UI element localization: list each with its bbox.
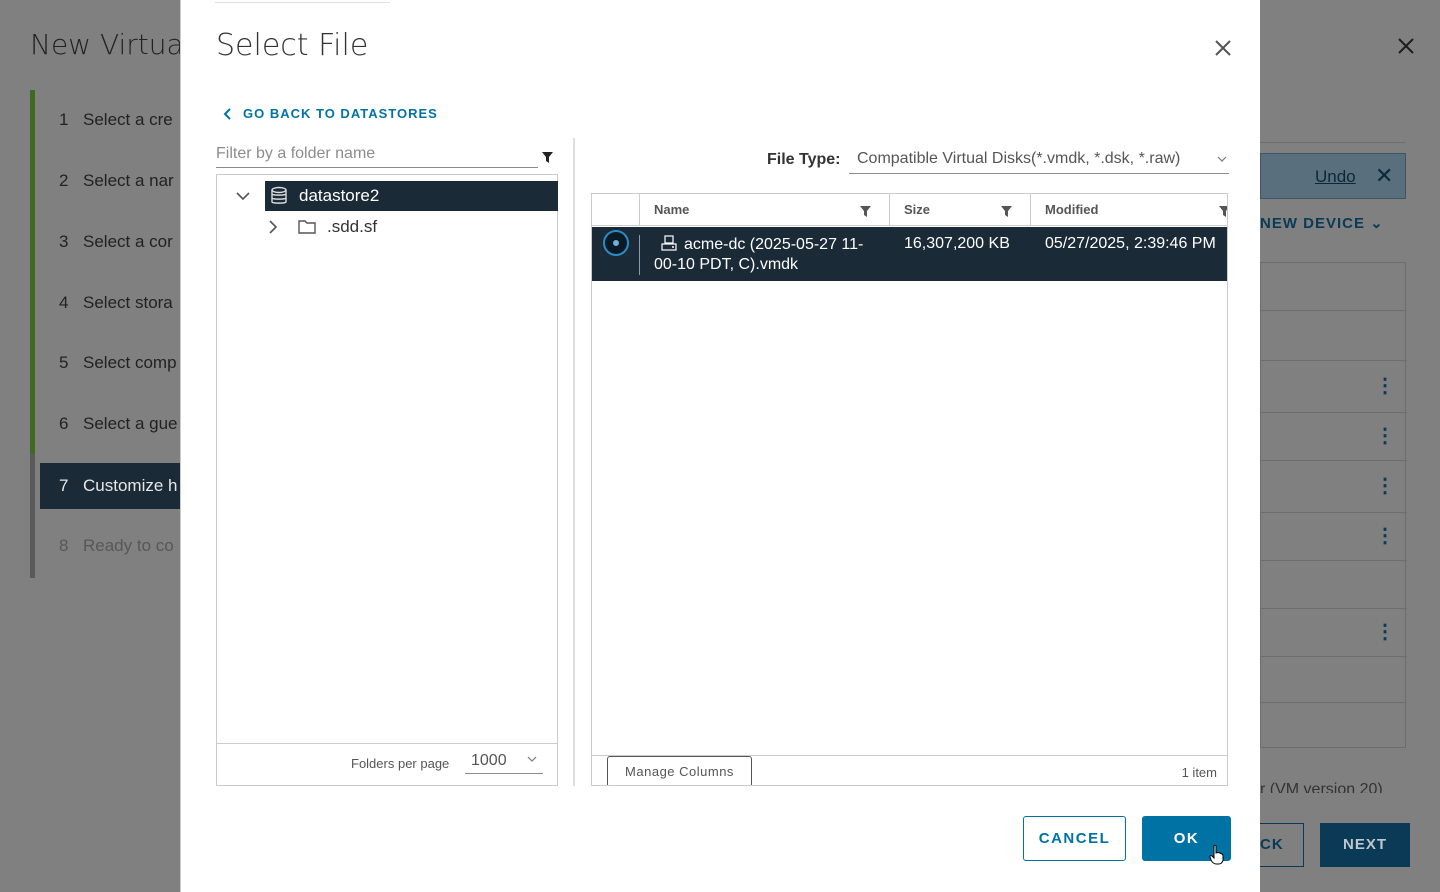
- alert-close-icon[interactable]: ✕: [1375, 163, 1393, 189]
- table-row: ⋮: [1261, 609, 1407, 657]
- file-name-cell: acme-dc (2025-05-27 11-00-10 PDT, C).vmd…: [654, 235, 874, 275]
- folder-icon: [298, 220, 316, 234]
- file-grid: Name Size Modified acme-dc (2025-05-27 1…: [591, 193, 1228, 786]
- wizard-step-2[interactable]: 2 Select a nar: [50, 161, 190, 201]
- wizard-step-8: 8 Ready to co: [59, 536, 174, 555]
- dialog-top-edge: [215, 0, 390, 3]
- steps-rail-complete: [30, 90, 35, 454]
- table-row: [1261, 657, 1407, 703]
- grid-header: Name Size Modified: [592, 194, 1228, 226]
- background-right-panel: Undo ✕ NEW DEVICE ⌄ ⋮ ⋮ ⋮ ⋮ ⋮ r (VM vers…: [1260, 0, 1440, 892]
- datastore-icon: [271, 186, 287, 204]
- close-icon[interactable]: [1211, 36, 1235, 60]
- table-row: [1261, 263, 1407, 311]
- folder-filter-input[interactable]: [216, 140, 538, 168]
- device-table: ⋮ ⋮ ⋮ ⋮ ⋮: [1260, 262, 1407, 748]
- file-modified: 05/27/2025, 2:39:46 PM: [1045, 235, 1216, 252]
- filter-icon[interactable]: [1219, 206, 1228, 217]
- wizard-title: New Virtual: [30, 28, 192, 61]
- table-row: ⋮: [1261, 513, 1407, 561]
- wizard-step-7[interactable]: 7 Customize h: [40, 463, 180, 509]
- row-separator: [639, 235, 640, 275]
- wizard-step-3[interactable]: 3 Select a cor: [50, 222, 190, 262]
- table-row[interactable]: acme-dc (2025-05-27 11-00-10 PDT, C).vmd…: [592, 227, 1227, 281]
- kebab-menu-icon[interactable]: ⋮: [1375, 619, 1395, 644]
- vm-version-text: r (VM version 20): [1260, 781, 1383, 793]
- wizard-step-6[interactable]: 6 Select a gue: [50, 404, 190, 444]
- wizard-step-4[interactable]: 4 Select stora: [50, 283, 190, 323]
- folder-tree: datastore2 .sdd.sf Folders per page 1000: [216, 174, 558, 786]
- table-row: [1261, 561, 1407, 609]
- wizard-step-5[interactable]: 5 Select comp: [50, 343, 190, 383]
- chevron-down-icon[interactable]: [235, 188, 251, 204]
- panel-divider[interactable]: [573, 138, 575, 786]
- go-back-to-datastores-link[interactable]: GO BACK TO DATASTORES: [221, 106, 438, 121]
- wizard-step-1[interactable]: 1 Select a cre: [50, 100, 190, 140]
- table-row: [1261, 311, 1407, 361]
- column-header-modified[interactable]: Modified: [1031, 194, 1227, 226]
- file-name: acme-dc (2025-05-27 11-00-10 PDT, C).vmd…: [654, 236, 864, 273]
- select-file-dialog: Select File GO BACK TO DATASTORES datast…: [180, 0, 1260, 892]
- grid-footer: Manage Columns 1 item: [592, 755, 1227, 785]
- divider: [1260, 142, 1406, 143]
- tree-node-datastore2[interactable]: datastore2: [265, 181, 558, 211]
- folder-filter: [216, 140, 556, 170]
- cancel-button[interactable]: CANCEL: [1023, 816, 1126, 861]
- tree-node-sdd-sf[interactable]: .sdd.sf: [297, 212, 377, 242]
- folders-per-page-label: Folders per page: [351, 756, 450, 771]
- tree-footer: Folders per page 1000: [217, 743, 557, 785]
- hand-cursor-icon: [1209, 845, 1224, 865]
- filter-icon[interactable]: [542, 152, 553, 163]
- undo-link[interactable]: Undo: [1315, 167, 1356, 187]
- chevron-down-icon: [527, 756, 537, 762]
- chevron-down-icon: [1217, 156, 1227, 162]
- wizard-steps: 1 Select a cre 2 Select a nar 3 Select a co…: [30, 90, 180, 578]
- kebab-menu-icon[interactable]: ⋮: [1375, 523, 1395, 548]
- chevron-left-icon: [223, 107, 231, 120]
- tree-node-label: datastore2: [299, 186, 380, 205]
- manage-columns-button[interactable]: Manage Columns: [607, 756, 752, 785]
- virtual-disk-icon: [661, 235, 677, 251]
- next-button[interactable]: NEXT: [1320, 823, 1410, 867]
- kebab-menu-icon[interactable]: ⋮: [1375, 423, 1395, 448]
- folders-per-page-select[interactable]: 1000: [465, 752, 543, 774]
- kebab-menu-icon[interactable]: ⋮: [1375, 473, 1395, 498]
- item-count: 1 item: [1181, 765, 1217, 780]
- table-row: ⋮: [1261, 413, 1407, 461]
- row-select-radio[interactable]: [603, 230, 629, 256]
- back-button[interactable]: CK: [1260, 823, 1304, 867]
- file-size: 16,307,200 KB: [904, 235, 1010, 252]
- file-type-label: File Type:: [767, 151, 841, 168]
- tree-node-label: .sdd.sf: [327, 217, 378, 236]
- table-row: ⋮: [1261, 461, 1407, 513]
- chevron-right-icon[interactable]: [265, 219, 281, 235]
- back-link-label: GO BACK TO DATASTORES: [243, 106, 438, 121]
- dialog-title: Select File: [216, 28, 369, 63]
- undo-alert: Undo ✕: [1260, 153, 1406, 199]
- filter-icon[interactable]: [860, 206, 871, 217]
- file-type-select[interactable]: Compatible Virtual Disks(*.vmdk, *.dsk, …: [849, 146, 1229, 174]
- table-row: ⋮: [1261, 361, 1407, 413]
- add-new-device-button[interactable]: NEW DEVICE ⌄: [1260, 214, 1384, 232]
- filter-icon[interactable]: [1001, 206, 1012, 217]
- kebab-menu-icon[interactable]: ⋮: [1375, 373, 1395, 398]
- column-header-name[interactable]: Name: [640, 194, 890, 226]
